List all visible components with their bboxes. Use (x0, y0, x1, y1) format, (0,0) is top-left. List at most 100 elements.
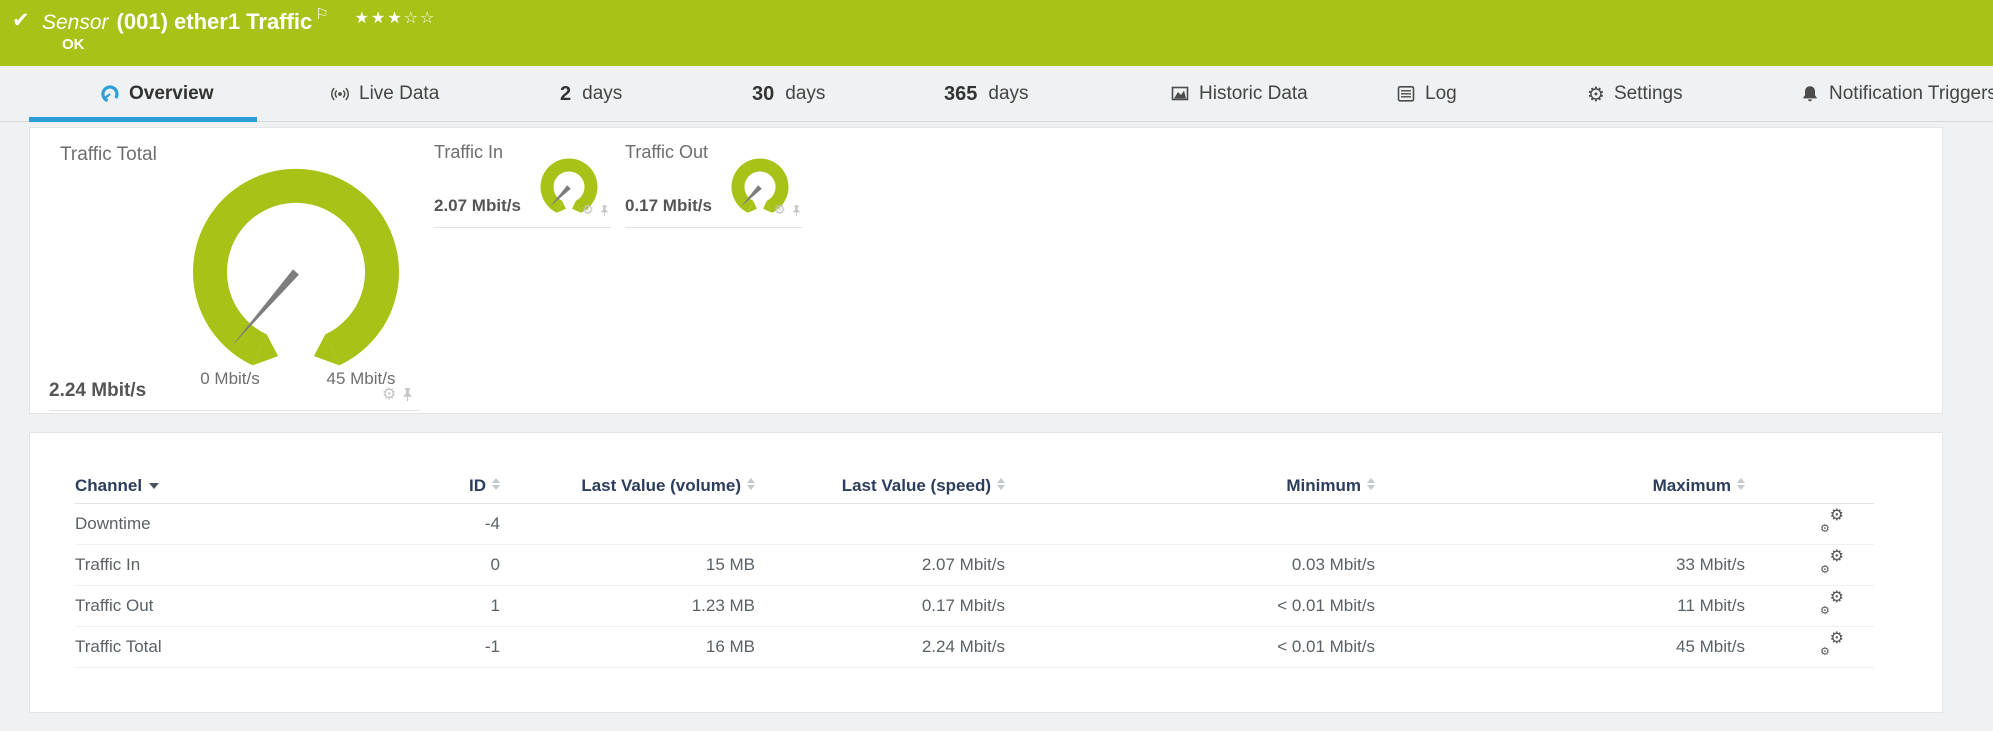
gauge-total-value: 2.24 Mbit/s (49, 380, 146, 402)
tab-label: Live Data (359, 83, 439, 105)
flag-icon[interactable]: ⚐ (315, 6, 328, 23)
cell-id: 0 (410, 544, 500, 585)
gear-icon[interactable]: ⚙ (582, 204, 594, 217)
cell-max (1375, 503, 1745, 544)
column-header-last-value-volume[interactable]: Last Value (volume) (500, 469, 755, 503)
gauge-in-tools: ⚙ (582, 204, 609, 217)
tab-365-days[interactable]: 365 days (944, 66, 1029, 122)
tab-historic-data[interactable]: Historic Data (1170, 66, 1308, 122)
cell-min (1005, 503, 1375, 544)
cell-max: 45 Mbit/s (1375, 626, 1745, 667)
channels-table: Channel ID Last Value (volume) Last Valu… (75, 469, 1874, 668)
sort-icon (492, 478, 500, 490)
channel-settings-icon[interactable]: ⚙⚙ (1820, 633, 1844, 655)
column-header-channel[interactable]: Channel (75, 469, 410, 503)
column-header-minimum[interactable]: Minimum (1005, 469, 1375, 503)
cell-min: 0.03 Mbit/s (1005, 544, 1375, 585)
divider (49, 410, 420, 411)
tab-label: Settings (1614, 83, 1683, 105)
cell-volume: 16 MB (500, 626, 755, 667)
gauge-total-title: Traffic Total (60, 144, 157, 166)
column-header-last-value-speed[interactable]: Last Value (speed) (755, 469, 1005, 503)
area-chart-icon (1170, 84, 1190, 104)
overview-gauges-panel: Traffic Total 0 Mbit/s 45 Mbit/s 2.24 Mb… (29, 127, 1943, 414)
gauge-in-value: 2.07 Mbit/s (434, 196, 521, 216)
tab-2-days[interactable]: 2 days (560, 66, 622, 122)
status-ok-check-icon: ✔ (12, 8, 30, 33)
cell-volume: 15 MB (500, 544, 755, 585)
column-header-actions (1745, 469, 1874, 503)
gear-icon[interactable]: ⚙ (774, 204, 786, 217)
gauge-total-tools: ⚙ (382, 386, 413, 402)
sort-icon (1367, 478, 1375, 490)
gauge-out-title: Traffic Out (625, 142, 708, 163)
cell-min: < 0.01 Mbit/s (1005, 626, 1375, 667)
cell-speed (755, 503, 1005, 544)
cell-channel: Traffic Out (75, 585, 410, 626)
tab-label: days (785, 83, 825, 105)
tab-30-days[interactable]: 30 days (752, 66, 825, 122)
cell-min: < 0.01 Mbit/s (1005, 585, 1375, 626)
cell-id: -1 (410, 626, 500, 667)
tab-number: 365 (944, 83, 977, 106)
pin-icon[interactable] (600, 204, 609, 217)
tab-number: 30 (752, 83, 774, 106)
tab-live-data[interactable]: Live Data (330, 66, 439, 122)
sort-icon (997, 478, 1005, 490)
status-badge: OK (62, 36, 85, 53)
cell-volume (500, 503, 755, 544)
column-header-id[interactable]: ID (410, 469, 500, 503)
cell-speed: 0.17 Mbit/s (755, 585, 1005, 626)
channels-table-panel: Channel ID Last Value (volume) Last Valu… (29, 432, 1943, 713)
cell-speed: 2.24 Mbit/s (755, 626, 1005, 667)
tab-label: Log (1425, 83, 1457, 105)
sensor-status-header: ✔ Sensor(001) ether1 Traffic⚐★★★☆☆ OK (0, 0, 1993, 66)
column-header-maximum[interactable]: Maximum (1375, 469, 1745, 503)
cell-max: 11 Mbit/s (1375, 585, 1745, 626)
tab-log[interactable]: Log (1396, 66, 1457, 122)
gauge-icon (100, 84, 120, 104)
gauge-out-value: 0.17 Mbit/s (625, 196, 712, 216)
log-list-icon (1396, 84, 1416, 104)
channel-settings-icon[interactable]: ⚙⚙ (1820, 510, 1844, 532)
cell-volume: 1.23 MB (500, 585, 755, 626)
table-row: Traffic Out 1 1.23 MB 0.17 Mbit/s < 0.01… (75, 585, 1874, 626)
cell-speed: 2.07 Mbit/s (755, 544, 1005, 585)
channel-settings-icon[interactable]: ⚙⚙ (1820, 551, 1844, 573)
cell-id: -4 (410, 503, 500, 544)
table-row: Downtime -4 ⚙⚙ (75, 503, 1874, 544)
table-row: Traffic In 0 15 MB 2.07 Mbit/s 0.03 Mbit… (75, 544, 1874, 585)
tab-label: Notification Triggers (1829, 83, 1993, 105)
tab-overview[interactable]: Overview (100, 66, 214, 122)
divider (625, 227, 802, 228)
cell-channel: Traffic In (75, 544, 410, 585)
channel-settings-icon[interactable]: ⚙⚙ (1820, 592, 1844, 614)
stars-filled[interactable]: ★★★ (355, 10, 404, 27)
cell-channel: Downtime (75, 503, 410, 544)
gauge-in-title: Traffic In (434, 142, 503, 163)
pin-icon[interactable] (402, 387, 413, 402)
priority-stars[interactable]: ★★★☆☆ (355, 10, 437, 27)
tab-settings[interactable]: ⚙ Settings (1587, 66, 1683, 122)
cell-channel: Traffic Total (75, 626, 410, 667)
stars-empty[interactable]: ☆☆ (404, 10, 437, 27)
bell-icon (1800, 84, 1820, 104)
gauge-scale-min: 0 Mbit/s (200, 369, 260, 389)
sensor-type-label: Sensor (42, 11, 109, 34)
tab-label: days (582, 83, 622, 105)
gear-icon[interactable]: ⚙ (382, 386, 396, 402)
table-header-row: Channel ID Last Value (volume) Last Valu… (75, 469, 1874, 503)
tab-number: 2 (560, 83, 571, 106)
broadcast-icon (330, 84, 350, 104)
cell-max: 33 Mbit/s (1375, 544, 1745, 585)
tab-label: days (988, 83, 1028, 105)
cell-id: 1 (410, 585, 500, 626)
gauge-out-tools: ⚙ (774, 204, 801, 217)
tab-label: Historic Data (1199, 83, 1308, 105)
gear-icon: ⚙ (1587, 84, 1605, 104)
tab-bar: Overview Live Data 2 days 30 days 365 da… (0, 66, 1993, 122)
tab-notification-triggers[interactable]: Notification Triggers (1800, 66, 1993, 122)
pin-icon[interactable] (792, 204, 801, 217)
active-tab-indicator (29, 117, 257, 122)
sort-desc-icon (149, 483, 159, 489)
